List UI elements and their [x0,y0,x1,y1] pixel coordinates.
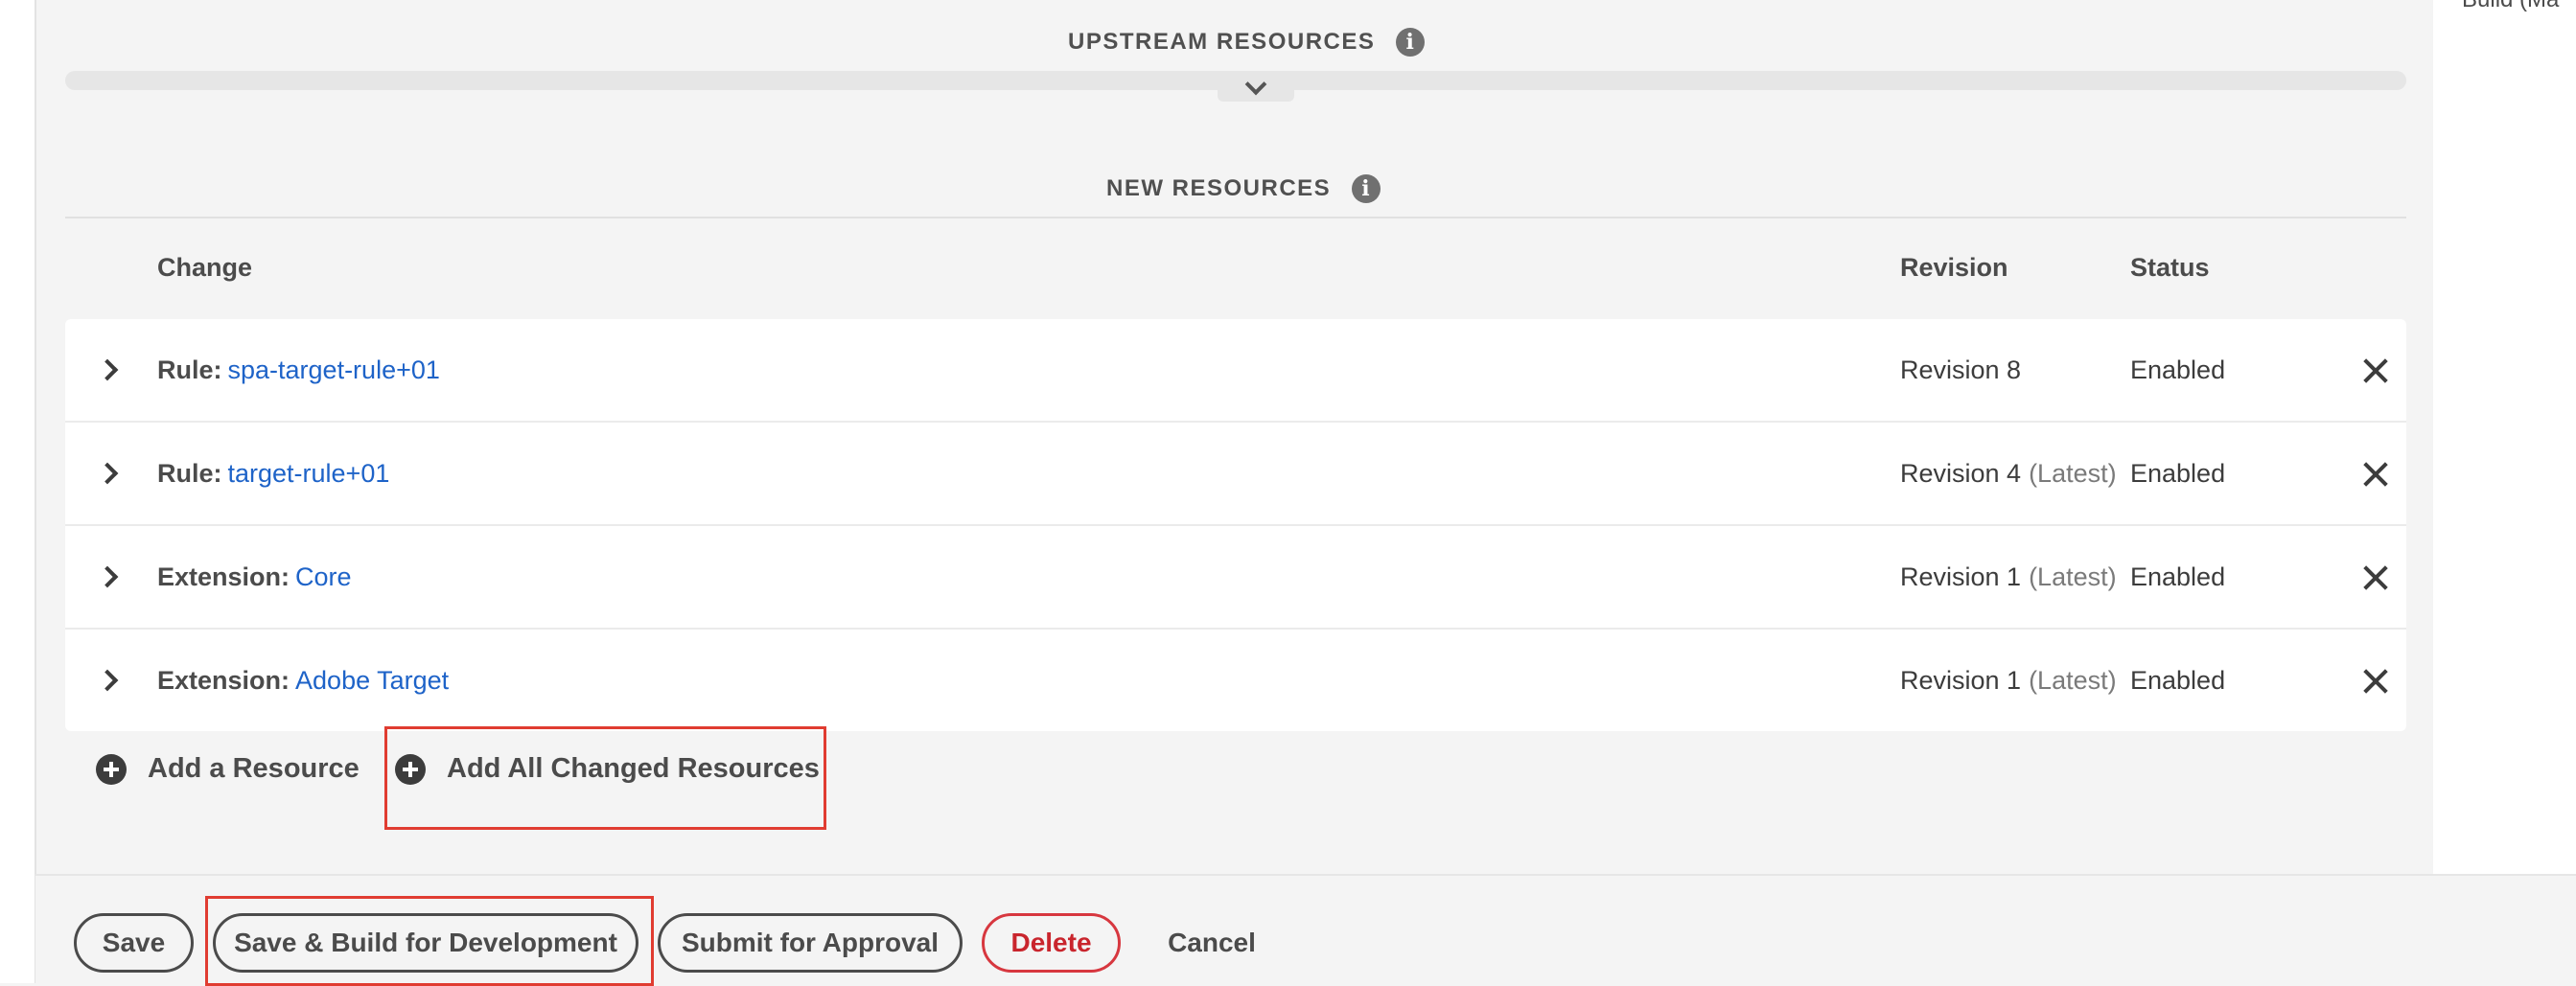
resource-type: Extension: [157,562,290,591]
highlight-box [205,896,654,986]
delete-button[interactable]: Delete [982,913,1121,973]
status-cell: Enabled [2130,458,2226,488]
chevron-right-icon [96,462,119,485]
table-row: Rule: spa-target-rule+01 Revision 8 Enab… [65,319,2406,423]
latest-label: (Latest) [2029,665,2117,695]
revision-cell: Revision 8 [1900,319,2029,421]
upstream-expand-toggle[interactable] [1218,73,1294,102]
resource-type: Rule: [157,458,222,488]
save-button[interactable]: Save [74,913,194,973]
add-resource-label: Add a Resource [148,753,360,784]
resource-type: Extension: [157,665,290,695]
table-row: Rule: target-rule+01 Revision 4 (Latest)… [65,423,2406,526]
resource-name-link[interactable]: Adobe Target [295,666,449,696]
column-header-change: Change [157,253,253,282]
revision-cell: Revision 1 (Latest) [1900,630,2117,731]
revision-cell: Revision 1 (Latest) [1900,526,2117,628]
expand-row-button[interactable] [94,560,128,594]
close-icon[interactable] [2356,455,2395,493]
revision-label: Revision 1 [1900,665,2022,695]
revision-cell: Revision 4 (Latest) [1900,423,2117,524]
upstream-resources-header: UPSTREAM RESOURCES i [1068,28,1426,57]
info-icon[interactable]: i [1352,174,1381,203]
expand-row-button[interactable] [94,456,128,491]
resources-table: Rule: spa-target-rule+01 Revision 8 Enab… [65,319,2406,731]
column-header-revision: Revision [1900,253,2008,282]
revision-label: Revision 1 [1900,562,2022,591]
revision-label: Revision 4 [1900,458,2022,488]
highlight-box [384,726,826,830]
revision-label: Revision 8 [1900,355,2022,384]
status-cell: Enabled [2130,355,2226,384]
latest-label: (Latest) [2029,458,2117,488]
section-divider [65,217,2406,218]
side-panel-title: Build (Ma [2462,0,2559,13]
chevron-right-icon [96,669,119,692]
plus-circle-icon [96,753,127,785]
close-icon[interactable] [2356,662,2395,700]
expand-row-button[interactable] [94,663,128,698]
status-cell: Enabled [2130,665,2226,695]
submit-approval-button[interactable]: Submit for Approval [658,913,963,973]
column-header-status: Status [2130,253,2210,282]
cancel-button[interactable]: Cancel [1147,913,1277,973]
table-row: Extension: Adobe Target Revision 1 (Late… [65,630,2406,731]
change-cell: Extension: Adobe Target [157,630,449,731]
new-resources-title: NEW RESOURCES [1106,175,1332,201]
upstream-resources-title: UPSTREAM RESOURCES [1068,29,1376,55]
status-cell: Enabled [2130,562,2226,591]
add-resource-button[interactable]: Add a Resource [96,753,360,785]
left-rail [0,0,36,983]
chevron-down-icon [1244,73,1267,96]
resource-type: Rule: [157,355,222,384]
chevron-right-icon [96,358,119,381]
chevron-right-icon [96,565,119,588]
resource-name-link[interactable]: Core [295,562,352,592]
change-cell: Extension: Core [157,526,352,628]
new-resources-header: NEW RESOURCES i [1106,174,1381,203]
latest-label: (Latest) [2029,562,2117,591]
change-cell: Rule: target-rule+01 [157,423,389,524]
resource-name-link[interactable]: spa-target-rule+01 [228,355,440,385]
change-cell: Rule: spa-target-rule+01 [157,319,440,421]
expand-row-button[interactable] [94,353,128,387]
resource-name-link[interactable]: target-rule+01 [228,459,390,489]
side-panel: Build (Ma [2433,0,2576,874]
info-icon[interactable]: i [1396,28,1426,57]
table-row: Extension: Core Revision 1 (Latest) Enab… [65,526,2406,630]
close-icon[interactable] [2356,559,2395,597]
close-icon[interactable] [2356,352,2395,390]
